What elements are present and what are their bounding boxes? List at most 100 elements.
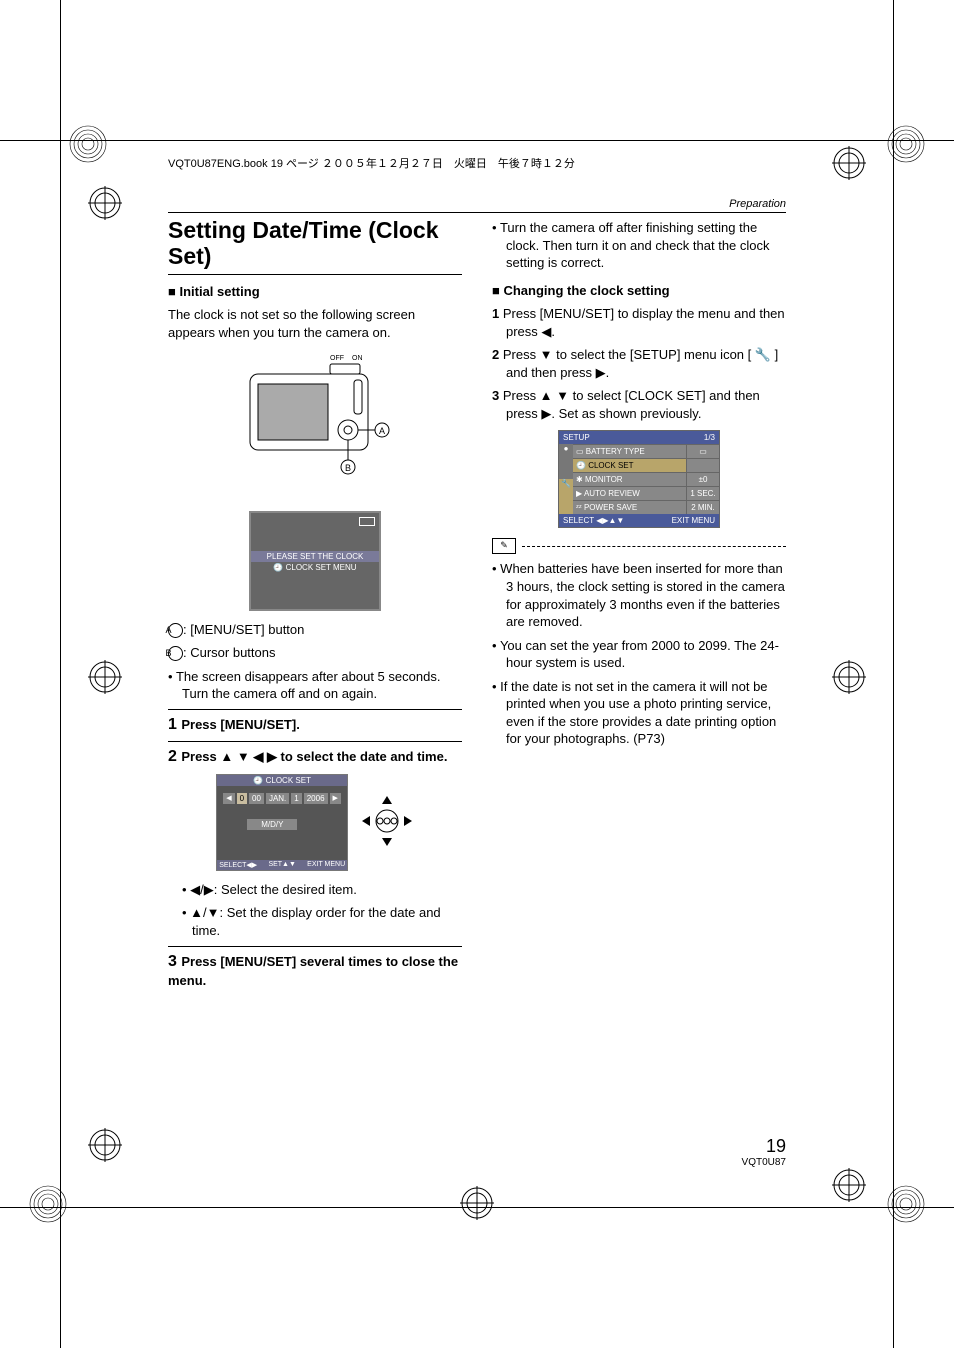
crop-line-top [0,140,954,141]
label-b-desc: B: Cursor buttons [168,644,462,662]
note-bullet: • When batteries have been inserted for … [492,560,786,630]
sunburst-icon [886,1184,926,1224]
chg-step-3: 3 Press ▲ ▼ to select [CLOCK SET] and th… [492,387,786,422]
camera-illustration: OFF ON A B [168,350,462,503]
divider [168,212,786,213]
note-separator: ✎ [492,538,786,554]
setup-row: ᶻᶻ POWER SAVE2 MIN. [573,500,719,514]
page-number: 19 [742,1136,786,1157]
circled-a-icon: A [168,623,183,638]
step-2: 2 Press ▲ ▼ ◀ ▶ to select the date and t… [168,746,462,768]
label-b-text: : Cursor buttons [183,645,276,660]
field-day: 1 [291,793,301,804]
crop-line-right [893,0,894,1348]
setup-row: ▶ AUTO REVIEW1 SEC. [573,486,719,500]
note-icon: ✎ [492,538,516,554]
clock-set-lcd-title: 🕘 CLOCK SET [217,775,347,786]
setup-menu-lcd: SETUP 1/3 ● 🔧 ▭ BATTERY TYPE▭ 🕘 CLOCK SE… [558,430,720,528]
sunburst-icon [28,1184,68,1224]
step2-sub2-text: ▲/▼: Set the display order for the date … [190,905,441,938]
svg-text:ON: ON [352,355,363,362]
sunburst-icon [886,124,926,164]
foot-exit: EXIT MENU [307,861,345,869]
step-3-text: Press [MENU/SET] several times to close … [168,954,458,989]
row-label: POWER SAVE [584,503,637,512]
divider [168,274,462,275]
chg1-text: Press [MENU/SET] to display the menu and… [503,306,785,339]
row-label: BATTERY TYPE [586,447,645,456]
divider [168,946,462,947]
setup-head-right: 1/3 [704,433,715,442]
clock-set-lcd: 🕘 CLOCK SET ◀ 0 00 JAN. 1 2006 ▶ M/D/Y S… [216,774,348,871]
clock-set-fields: ◀ 0 00 JAN. 1 2006 ▶ [223,793,341,804]
register-mark-icon [832,1168,866,1202]
setup-foot-right: EXIT MENU [672,516,715,525]
field-hour: 0 [237,793,247,804]
register-mark-icon [832,660,866,694]
step2-sub1-text: ◀/▶: Select the desired item. [190,882,357,897]
label-a-text: : [MENU/SET] button [183,622,304,637]
field-month: JAN. [266,793,289,804]
row-label: MONITOR [585,475,623,484]
row-val: ▭ [686,445,719,458]
dpad-icon [360,794,414,851]
battery-icon [359,517,375,526]
lcd-submessage: 🕘 CLOCK SET MENU [251,563,379,572]
page-header-runner: VQT0U87ENG.book 19 ページ ２００５年１２月２７日 火曜日 午… [168,155,575,171]
heading-changing: ■ Changing the clock setting [492,282,786,300]
foot-select: SELECT◀▶ [219,861,257,869]
setup-row: ✱ MONITOR±0 [573,472,719,486]
divider [168,741,462,742]
note2-text: You can set the year from 2000 to 2099. … [500,638,779,671]
crop-line-left [60,0,61,1348]
row-val: 1 SEC. [686,487,719,500]
register-mark-icon [88,186,122,220]
divider [168,709,462,710]
chg-step-2: 2 Press ▼ to select the [SETUP] menu ico… [492,346,786,381]
svg-text:A: A [379,426,385,436]
note3-text: If the date is not set in the camera it … [500,679,776,747]
note-bullet: • You can set the year from 2000 to 2099… [492,637,786,672]
body-text: The clock is not set so the following sc… [168,306,462,341]
bullet-text: • The screen disappears after about 5 se… [168,668,462,703]
clock-set-figure: 🕘 CLOCK SET ◀ 0 00 JAN. 1 2006 ▶ M/D/Y S… [168,774,462,871]
dashes [522,546,786,547]
row-val [686,459,719,472]
row-label: CLOCK SET [588,461,633,470]
row-label: AUTO REVIEW [584,489,640,498]
setup-foot-left: SELECT ◀▶▲▼ [563,516,624,525]
register-mark-icon [88,1128,122,1162]
page-number-block: 19 VQT0U87 [742,1136,786,1168]
register-mark-icon [832,146,866,180]
section-tag: Preparation [168,198,786,210]
setup-head-left: SETUP [563,433,590,442]
row-val: 2 MIN. [686,501,719,514]
step-1-text: Press [MENU/SET]. [181,717,299,732]
row-val: ±0 [686,473,719,486]
step-1: 1 Press [MENU/SET]. [168,714,462,736]
sunburst-icon [68,124,108,164]
step2-sub2: • ▲/▼: Set the display order for the dat… [168,904,462,939]
setup-tab-icons: ● 🔧 [559,444,573,514]
clock-set-footer: SELECT◀▶ SET▲▼ EXIT MENU [217,860,347,870]
setup-row-selected: 🕘 CLOCK SET [573,458,719,472]
label-a-desc: A: [MENU/SET] button [168,621,462,639]
register-mark-icon [460,1186,494,1220]
svg-text:B: B [345,463,351,473]
note-bullet: • If the date is not set in the camera i… [492,678,786,748]
bullet-turn-off-text: Turn the camera off after finishing sett… [500,220,770,270]
bullet-content: The screen disappears after about 5 seco… [176,669,441,702]
setup-row: ▭ BATTERY TYPE▭ [573,444,719,458]
heading-initial-setting: ■ Initial setting [168,283,462,301]
chg2-text: Press ▼ to select the [SETUP] menu icon … [503,347,778,380]
chg-step-1: 1 Press [MENU/SET] to display the menu a… [492,305,786,340]
field-year: 2006 [304,793,328,804]
chg3-text: Press ▲ ▼ to select [CLOCK SET] and then… [503,388,760,421]
setup-body: ● 🔧 ▭ BATTERY TYPE▭ 🕘 CLOCK SET ✱ MONITO… [559,444,719,514]
date-format: M/D/Y [247,819,297,830]
bullet-turn-off: • Turn the camera off after finishing se… [492,219,786,272]
page-code: VQT0U87 [742,1157,786,1168]
field-min: 00 [249,793,264,804]
step-3: 3 Press [MENU/SET] several times to clos… [168,951,462,990]
page-title: Setting Date/Time (Clock Set) [168,217,462,270]
